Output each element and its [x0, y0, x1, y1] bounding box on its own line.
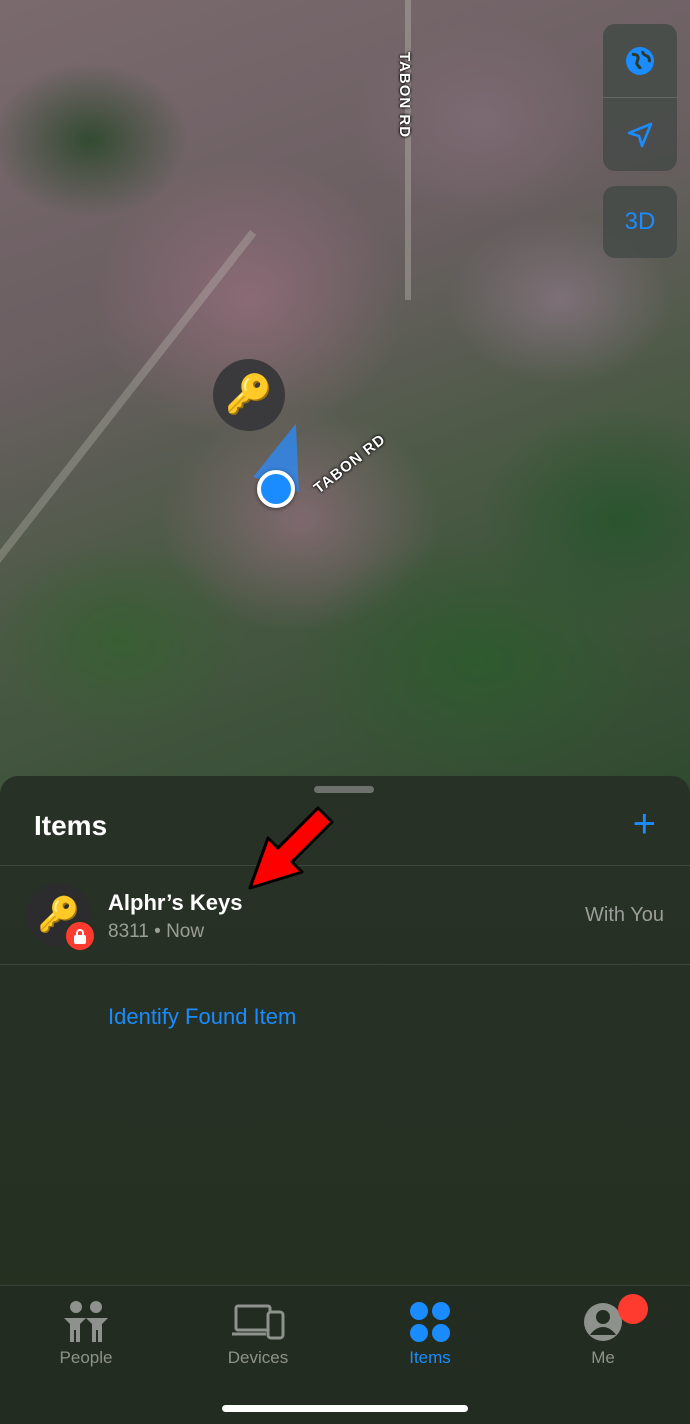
tab-label: People — [59, 1348, 113, 1367]
current-location-button[interactable] — [603, 97, 677, 171]
identify-found-item-link[interactable]: Identify Found Item — [108, 1004, 296, 1030]
sheet-title: Items — [34, 810, 108, 841]
3d-toggle-button[interactable]: 3D — [603, 186, 677, 258]
lock-icon — [64, 920, 96, 952]
divider — [0, 964, 690, 965]
tab-bar: People Devices Items Me — [0, 1285, 690, 1424]
people-icon — [64, 1301, 108, 1342]
map-controls — [603, 24, 677, 171]
item-status: With You — [585, 904, 664, 926]
devices-icon — [232, 1304, 285, 1340]
key-icon: 🔑 — [225, 374, 273, 416]
home-indicator[interactable] — [222, 1405, 468, 1412]
user-location-dot — [257, 470, 295, 508]
globe-icon — [626, 46, 654, 75]
map-view[interactable]: TABON RD TABON RD 3D 🔑 — [0, 0, 690, 800]
road-label-tabon-vertical: TABON RD — [396, 52, 413, 139]
tab-people[interactable]: People — [26, 1296, 146, 1376]
item-name: Alphr’s Keys — [108, 890, 243, 915]
tab-label: Items — [409, 1348, 451, 1367]
tab-devices[interactable]: Devices — [198, 1296, 318, 1376]
road-tabon-vertical — [405, 0, 411, 300]
road-label-tabon-diagonal: TABON RD — [310, 430, 390, 498]
map-type-button[interactable] — [603, 24, 677, 97]
road-tabon-diagonal — [0, 230, 257, 645]
items-grid-icon — [410, 1302, 450, 1342]
tab-items[interactable]: Items — [370, 1296, 490, 1376]
item-subtitle: 8311 • Now — [108, 921, 205, 942]
list-item[interactable]: 🔑 Alphr’s Keys 8311 • Now With You — [0, 866, 690, 964]
location-arrow-icon — [627, 122, 653, 147]
tab-label: Devices — [227, 1348, 289, 1367]
tab-me[interactable]: Me — [543, 1294, 663, 1376]
tab-label: Me — [591, 1348, 615, 1367]
annotation-arrow-icon — [248, 806, 334, 890]
add-item-button[interactable]: + — [633, 804, 656, 844]
notification-badge — [618, 1294, 648, 1324]
sheet-grabber[interactable] — [314, 786, 374, 793]
